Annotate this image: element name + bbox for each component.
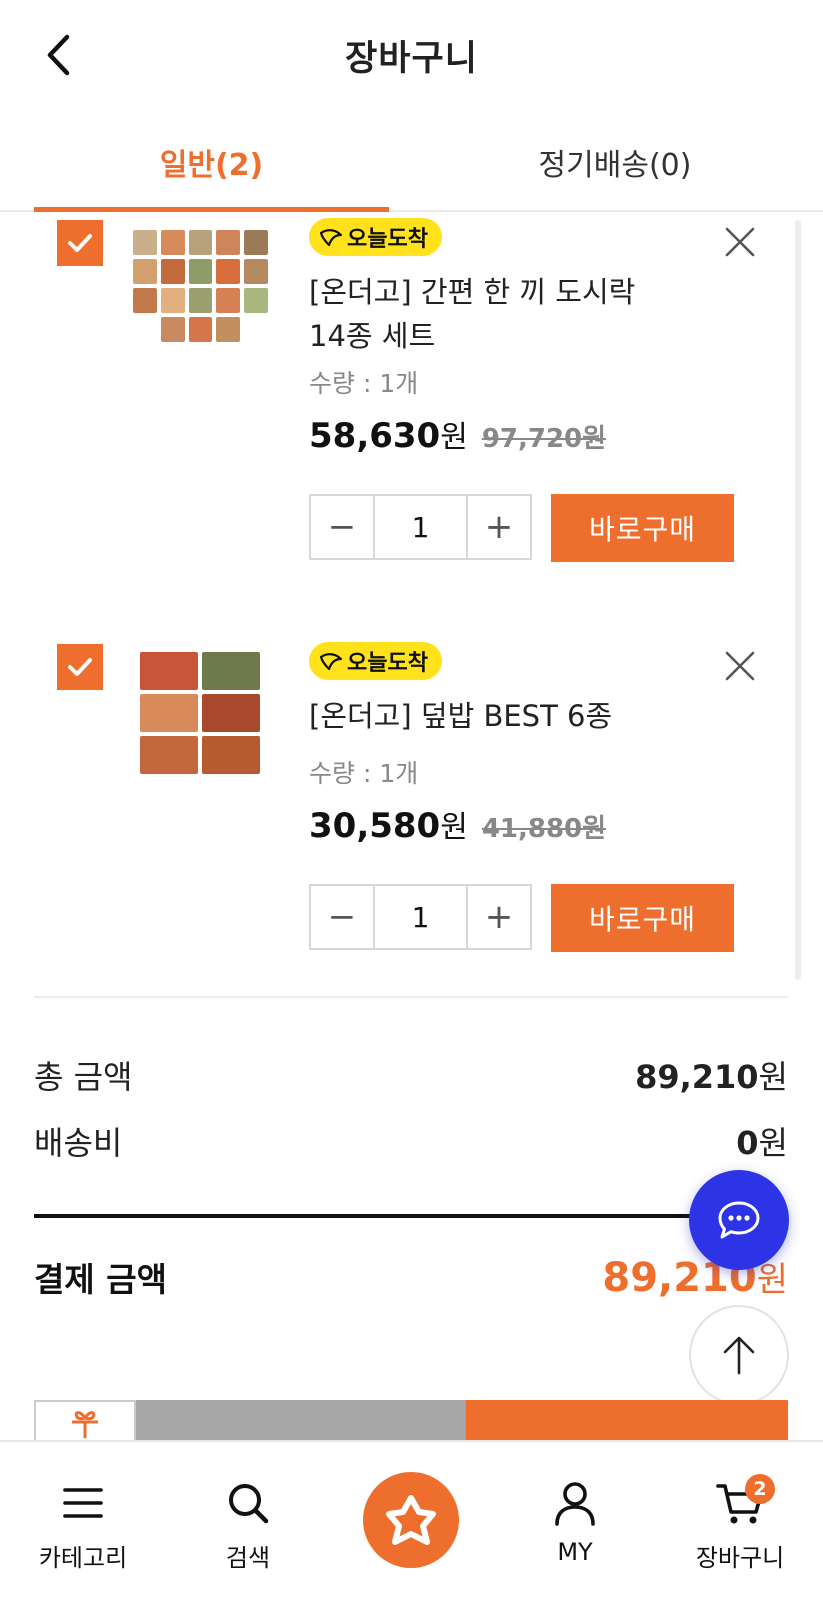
bottom-navigation: 카테고리 검색 MY 장바구니 2 — [0, 1440, 823, 1600]
check-icon — [68, 658, 92, 676]
gift-button[interactable] — [34, 1400, 136, 1440]
total-amount-value: 89,210원 — [635, 1052, 788, 1098]
increase-button[interactable]: + — [468, 496, 530, 558]
total-amount-label: 총 금액 — [34, 1058, 133, 1096]
total-amount-row: 총 금액 89,210원 — [34, 1052, 788, 1098]
cart-item: 오늘도착 [온더고] 덮밥 BEST 6종 수량 : 1개 30,580원 41… — [0, 642, 823, 982]
product-name-line: 14종 세트 — [309, 319, 436, 353]
page-title: 장바구니 — [345, 39, 478, 79]
decrease-button[interactable]: − — [311, 886, 373, 948]
order-selected-button[interactable] — [136, 1400, 466, 1440]
currency-unit: 원 — [756, 1260, 788, 1300]
nav-my[interactable]: MY — [505, 1442, 645, 1600]
today-delivery-badge: 오늘도착 — [309, 642, 442, 680]
product-thumbnail[interactable] — [133, 230, 268, 342]
arrow-up-icon — [723, 1336, 755, 1375]
payment-amount-label: 결제 금액 — [34, 1259, 167, 1299]
shipping-fee-value: 0원 — [736, 1118, 788, 1164]
user-icon — [555, 1482, 595, 1526]
close-icon — [725, 227, 755, 257]
item-checkbox[interactable] — [57, 644, 103, 690]
nav-category[interactable]: 카테고리 — [13, 1442, 153, 1600]
currency-unit: 원 — [440, 420, 468, 455]
gift-icon — [72, 1411, 98, 1438]
badge-label: 오늘도착 — [347, 651, 428, 676]
order-all-button[interactable] — [466, 1400, 788, 1440]
buy-now-button[interactable]: 바로구매 — [551, 494, 734, 562]
product-name[interactable]: [온더고] 간편 한 끼 도시락 14종 세트 — [309, 270, 709, 358]
quantity-value[interactable]: 1 — [373, 886, 468, 948]
tab-general[interactable]: 일반(2) — [34, 112, 389, 212]
shipping-fee-label: 배송비 — [34, 1124, 123, 1162]
nav-home[interactable] — [363, 1472, 459, 1568]
tab-regular-delivery[interactable]: 정기배송(0) — [430, 112, 800, 212]
price-info: 58,630원 97,720원 — [309, 412, 606, 456]
cart-item: 오늘도착 [온더고] 간편 한 끼 도시락 14종 세트 수량 : 1개 58,… — [0, 212, 823, 572]
header: 장바구니 — [0, 0, 823, 112]
wing-icon — [319, 229, 343, 247]
currency-unit: 원 — [758, 1058, 788, 1096]
total-amount-number: 89,210 — [635, 1058, 759, 1096]
sale-price: 30,580원 — [309, 802, 468, 846]
increase-button[interactable]: + — [468, 886, 530, 948]
currency-unit: 원 — [758, 1124, 788, 1162]
shipping-fee-number: 0 — [736, 1124, 759, 1162]
sale-price: 58,630원 — [309, 412, 468, 456]
section-divider — [34, 996, 788, 998]
remove-item-button[interactable] — [720, 222, 760, 262]
nav-cart-label: 장바구니 — [695, 1544, 785, 1572]
wing-icon — [319, 653, 343, 671]
price-info: 30,580원 41,880원 — [309, 802, 606, 846]
payment-amount-row: 결제 금액 89,210원 — [34, 1252, 788, 1301]
order-action-bar — [34, 1400, 788, 1440]
quantity-label: 수량 : 1개 — [309, 369, 419, 398]
nav-search-label: 검색 — [225, 1544, 271, 1572]
today-delivery-badge: 오늘도착 — [309, 218, 442, 256]
menu-icon — [63, 1488, 103, 1518]
quantity-value[interactable]: 1 — [373, 496, 468, 558]
summary-divider — [34, 1214, 788, 1218]
badge-label: 오늘도착 — [347, 227, 428, 252]
original-price: 41,880원 — [481, 814, 607, 844]
buy-now-button[interactable]: 바로구매 — [551, 884, 734, 952]
product-name[interactable]: [온더고] 덮밥 BEST 6종 — [309, 694, 709, 738]
remove-item-button[interactable] — [720, 646, 760, 686]
cart-item-list[interactable]: 오늘도착 [온더고] 간편 한 끼 도시락 14종 세트 수량 : 1개 58,… — [0, 212, 823, 982]
cart-tabs: 일반(2) 정기배송(0) — [0, 112, 823, 212]
sale-price-value: 30,580 — [309, 806, 441, 846]
close-icon — [725, 651, 755, 681]
product-name-line: [온더고] 간편 한 끼 도시락 — [309, 275, 636, 309]
nav-search[interactable]: 검색 — [178, 1442, 318, 1600]
nav-my-label: MY — [557, 1538, 593, 1566]
currency-unit: 원 — [440, 810, 468, 845]
quantity-label: 수량 : 1개 — [309, 759, 419, 788]
quantity-stepper: − 1 + — [309, 494, 532, 560]
cart-count-badge: 2 — [745, 1474, 775, 1504]
decrease-button[interactable]: − — [311, 496, 373, 558]
home-logo-icon — [386, 1495, 436, 1545]
chat-icon — [718, 1201, 760, 1239]
item-checkbox[interactable] — [57, 220, 103, 266]
scroll-to-top-button[interactable] — [689, 1305, 789, 1405]
search-icon — [229, 1484, 269, 1524]
original-price: 97,720원 — [481, 424, 607, 454]
nav-cart[interactable]: 장바구니 — [670, 1442, 810, 1600]
product-thumbnail[interactable] — [140, 652, 260, 774]
check-icon — [68, 234, 92, 252]
sale-price-value: 58,630 — [309, 416, 441, 456]
shipping-fee-row: 배송비 0원 — [34, 1118, 788, 1164]
quantity-stepper: − 1 + — [309, 884, 532, 950]
chat-button[interactable] — [689, 1170, 789, 1270]
nav-category-label: 카테고리 — [38, 1544, 128, 1572]
